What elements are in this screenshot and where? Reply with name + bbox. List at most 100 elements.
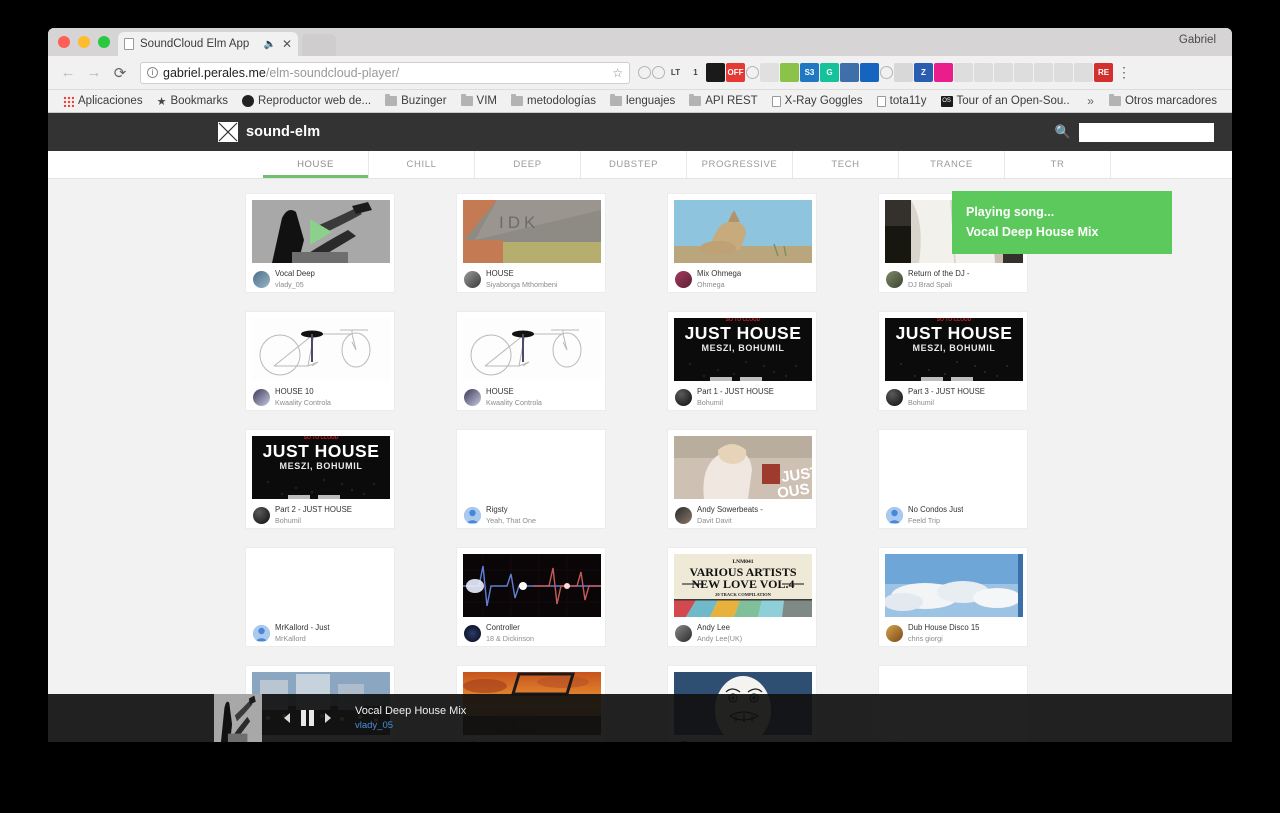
profile-name[interactable]: Gabriel [1179, 34, 1216, 46]
track-artwork[interactable]: SO TO CLOUD JUST HOUSE MESZI, BOHUMIL [674, 318, 812, 381]
extension-downloads-icon[interactable]: 1 [686, 63, 705, 82]
extension-colorful-icon[interactable] [934, 63, 953, 82]
minimize-window-button[interactable] [78, 36, 90, 48]
bookmark-metodolog-as[interactable]: metodologías [504, 94, 603, 107]
genre-tab-trance[interactable]: TRANCE [899, 151, 1005, 178]
bookmark-api-rest[interactable]: API REST [682, 94, 764, 107]
close-window-button[interactable] [58, 36, 70, 48]
extension-pocket-icon[interactable] [638, 66, 651, 79]
track-card[interactable]: No Condos Just Feeld Trip [878, 429, 1028, 529]
track-card[interactable]: SO TO CLOUD JUST HOUSE MESZI, BOHUMIL Part … [878, 311, 1028, 411]
bookmark-lenguajes[interactable]: lenguajes [603, 94, 682, 107]
track-card[interactable]: Vocal Deep vlady_05 [245, 193, 395, 293]
track-artwork[interactable] [252, 554, 390, 617]
extension-github-icon[interactable] [746, 66, 759, 79]
genre-tab-tech[interactable]: TECH [793, 151, 899, 178]
track-card[interactable]: HOUSE Kwaality Controla [456, 311, 606, 411]
player-track-user[interactable]: vlady_05 [355, 719, 466, 733]
track-artwork[interactable] [463, 554, 601, 617]
previous-track-icon[interactable] [284, 713, 290, 723]
track-card[interactable]: LNM041 VARIOUS ARTISTS NEW LOVE VOL.4 20 TR… [667, 547, 817, 647]
bookmark-tota11y[interactable]: tota11y [870, 95, 934, 107]
bookmark-aplicaciones[interactable]: Aplicaciones [56, 95, 150, 107]
extension-grammarly-icon[interactable]: G [820, 63, 839, 82]
app-logo[interactable]: sound-elm [218, 122, 320, 142]
track-artwork[interactable] [885, 436, 1023, 499]
extension-disabled-2-icon[interactable] [974, 63, 993, 82]
track-artwork[interactable] [252, 318, 390, 381]
mute-icon[interactable]: 🔈 [263, 39, 275, 50]
track-card[interactable]: MrKallord - Just MrKallord [245, 547, 395, 647]
track-artwork[interactable] [463, 436, 601, 499]
extension-black-box-icon[interactable] [706, 63, 725, 82]
extension-blank-icon[interactable] [760, 63, 779, 82]
next-track-icon[interactable] [325, 713, 331, 723]
track-artwork[interactable] [463, 318, 601, 381]
pause-icon[interactable] [301, 710, 314, 726]
extension-off-switch-icon[interactable]: OFF [726, 63, 745, 82]
extension-green-page-icon[interactable] [780, 63, 799, 82]
bookmark-bookmarks[interactable]: ★ Bookmarks [150, 95, 235, 108]
track-artwork[interactable]: SO TO CLOUD JUST HOUSE MESZI, BOHUMIL [252, 436, 390, 499]
genre-tab-dubstep[interactable]: DUBSTEP [581, 151, 687, 178]
track-card[interactable]: IDK HOUSE Siyabonga Mthombeni [456, 193, 606, 293]
extension-clipboard-icon[interactable] [894, 63, 913, 82]
extension-disabled-4-icon[interactable] [1014, 63, 1033, 82]
bookmark-tour-of-an-open-sou[interactable]: OS Tour of an Open-Sou.. [934, 95, 1077, 107]
maximize-window-button[interactable] [98, 36, 110, 48]
extension-lock-icon[interactable] [860, 63, 879, 82]
extension-eyedropper-icon[interactable] [880, 66, 893, 79]
track-artwork[interactable] [674, 200, 812, 263]
track-card[interactable]: Dub House Disco 15 chris giorgi [878, 547, 1028, 647]
extension-disabled-1-icon[interactable] [954, 63, 973, 82]
toast-song-title: Vocal Deep House Mix [966, 225, 1099, 239]
bookmark-star-icon[interactable]: ☆ [612, 66, 623, 80]
genre-tab-house[interactable]: HOUSE [263, 151, 369, 178]
back-arrow-icon[interactable]: ← [56, 64, 80, 81]
track-artwork[interactable]: IDK [463, 200, 601, 263]
bookmark-buzinger[interactable]: Buzinger [378, 94, 453, 107]
extension-languagetool-icon[interactable]: LT [666, 63, 685, 82]
track-artwork[interactable] [885, 554, 1023, 617]
forward-arrow-icon[interactable]: → [82, 64, 106, 81]
extension-disabled-3-icon[interactable] [994, 63, 1013, 82]
extension-grid-icon[interactable] [840, 63, 859, 82]
site-info-icon[interactable]: i [147, 67, 158, 78]
track-card[interactable]: SO TO CLOUD JUST HOUSE MESZI, BOHUMIL Part … [667, 311, 817, 411]
track-card[interactable]: HOUSE 10 Kwaality Controla [245, 311, 395, 411]
bookmark-other-bookmarks[interactable]: Otros marcadores [1102, 94, 1224, 107]
extension-s3-icon[interactable]: S3 [800, 63, 819, 82]
track-card[interactable]: SO TO CLOUD JUST HOUSE MESZI, BOHUMIL Part … [245, 429, 395, 529]
track-artwork[interactable]: LNM041 VARIOUS ARTISTS NEW LOVE VOL.4 20 TR… [674, 554, 812, 617]
address-bar[interactable]: i gabriel.perales.me/elm-soundcloud-play… [140, 61, 630, 84]
track-artwork[interactable]: JUST OUS [674, 436, 812, 499]
track-artwork[interactable] [252, 200, 390, 263]
close-icon[interactable]: ✕ [282, 38, 292, 50]
browser-tab[interactable]: SoundCloud Elm App 🔈 ✕ [118, 32, 298, 56]
extension-disabled-6-icon[interactable] [1054, 63, 1073, 82]
extension-disabled-7-icon[interactable] [1074, 63, 1093, 82]
search-icon[interactable]: 🔍 [1055, 124, 1071, 140]
extension-disabled-5-icon[interactable] [1034, 63, 1053, 82]
track-card[interactable]: Rigsty Yeah, That One [456, 429, 606, 529]
bookmark-vim[interactable]: VIM [454, 94, 504, 107]
bookmark-x-ray-goggles[interactable]: X-Ray Goggles [765, 95, 870, 107]
play-icon[interactable] [310, 218, 332, 245]
reload-icon[interactable]: ⟳ [108, 64, 132, 82]
three-dots-menu-icon[interactable]: ⋮ [1115, 64, 1133, 81]
genre-tab-progressive[interactable]: PROGRESSIVE [687, 151, 793, 178]
bookmark-reproductor-web-de[interactable]: Reproductor web de... [235, 95, 378, 107]
track-artwork[interactable]: SO TO CLOUD JUST HOUSE MESZI, BOHUMIL [885, 318, 1023, 381]
genre-tab-chill[interactable]: CHILL [369, 151, 475, 178]
track-card[interactable]: JUST OUS Andy Sowerbeats - Davit Davit [667, 429, 817, 529]
new-tab-button[interactable] [302, 34, 336, 56]
genre-tab-tr[interactable]: TR [1005, 151, 1111, 178]
extension-eye-icon[interactable] [652, 66, 665, 79]
extension-zotero-icon[interactable]: Z [914, 63, 933, 82]
genre-tab-deep[interactable]: DEEP [475, 151, 581, 178]
chevron-double-right-icon[interactable]: » [1079, 94, 1102, 108]
track-card[interactable]: Controller 18 & Dickinson [456, 547, 606, 647]
extension-red-re-icon[interactable]: RE [1094, 63, 1113, 82]
track-card[interactable]: Mix Ohmega Ohmega [667, 193, 817, 293]
search-input[interactable] [1079, 122, 1214, 142]
